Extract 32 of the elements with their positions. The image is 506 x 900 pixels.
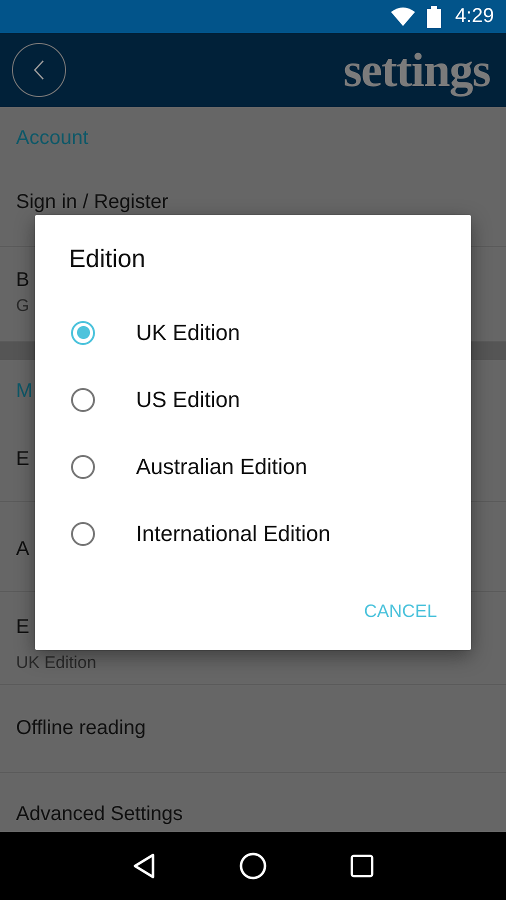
- edition-option[interactable]: International Edition: [35, 500, 471, 567]
- settings-row[interactable]: Offline reading: [0, 685, 506, 773]
- row-subtitle: G: [16, 296, 30, 316]
- dialog-title: Edition: [68, 245, 146, 275]
- row-title: A: [16, 538, 30, 561]
- radio-button[interactable]: [71, 522, 95, 546]
- edition-option[interactable]: UK Edition: [35, 299, 471, 366]
- recents-icon[interactable]: [350, 854, 374, 878]
- settings-row[interactable]: Advanced Settings: [0, 773, 506, 829]
- row-title: B: [16, 269, 30, 292]
- row-subtitle: UK Edition: [16, 653, 96, 673]
- section-header: M: [16, 380, 33, 402]
- chevron-left-icon: [32, 59, 46, 81]
- radio-button[interactable]: [71, 388, 95, 412]
- edition-option[interactable]: Australian Edition: [35, 433, 471, 500]
- app-title: settings: [343, 42, 490, 98]
- row-title: E: [16, 616, 30, 639]
- cancel-button[interactable]: CANCEL: [352, 593, 449, 630]
- edition-option[interactable]: US Edition: [35, 366, 471, 433]
- back-button[interactable]: [12, 43, 66, 97]
- row-title: Sign in / Register: [16, 191, 168, 214]
- row-title: Advanced Settings: [16, 803, 183, 826]
- section-header: Account: [16, 127, 88, 149]
- back-icon[interactable]: [132, 853, 156, 879]
- battery-icon: [427, 6, 442, 28]
- row-title: Offline reading: [16, 717, 146, 740]
- wifi-icon: [391, 6, 416, 26]
- home-icon[interactable]: [238, 852, 267, 880]
- row-title: E: [16, 448, 30, 471]
- radio-button[interactable]: [71, 454, 95, 478]
- radio-button[interactable]: [71, 320, 95, 344]
- clock-time: 4:29: [455, 5, 494, 28]
